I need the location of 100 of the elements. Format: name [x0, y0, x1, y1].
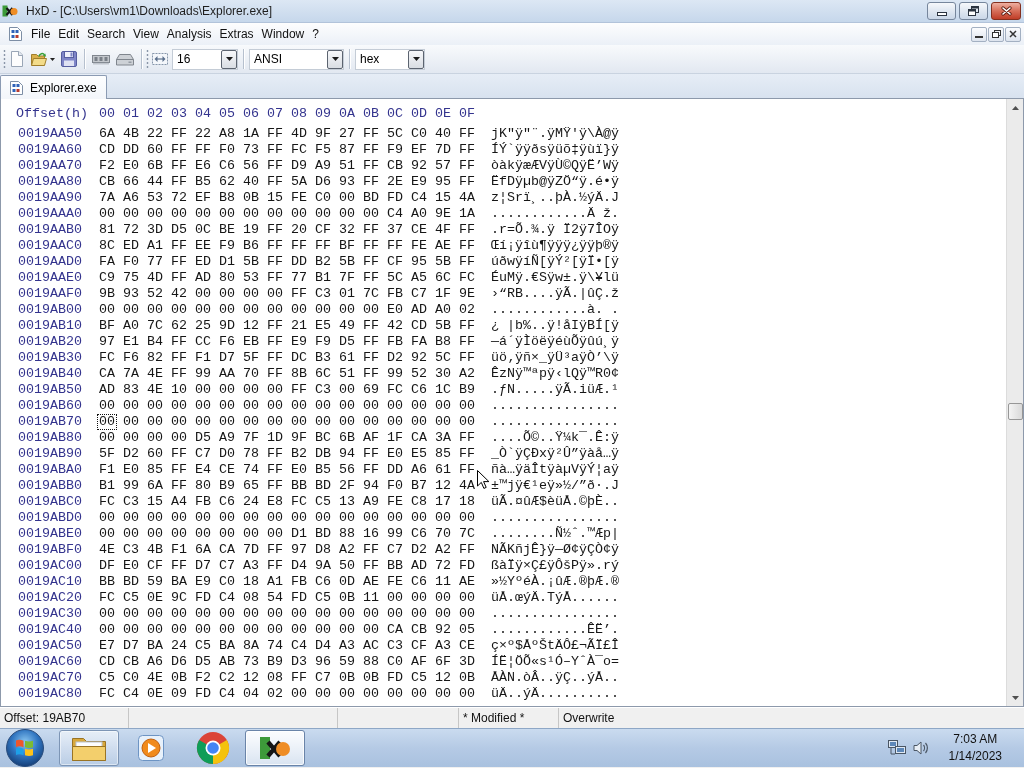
- hex-byte[interactable]: D4: [289, 558, 309, 574]
- hex-byte[interactable]: FF: [361, 350, 381, 366]
- hex-byte[interactable]: 4A: [457, 478, 477, 494]
- hex-byte[interactable]: AE: [433, 238, 453, 254]
- child-close-button[interactable]: [1005, 26, 1021, 42]
- hex-byte[interactable]: 32: [337, 222, 357, 238]
- hex-byte[interactable]: C5: [409, 670, 429, 686]
- hex-byte[interactable]: 6B: [337, 430, 357, 446]
- dropdown[interactable]: 16: [172, 48, 238, 70]
- hex-byte[interactable]: 00: [97, 414, 117, 430]
- hex-byte[interactable]: FD: [457, 558, 477, 574]
- hex-byte[interactable]: 00: [337, 382, 357, 398]
- hex-byte[interactable]: C7: [385, 542, 405, 558]
- hex-byte[interactable]: 00: [457, 398, 477, 414]
- hex-byte[interactable]: D0: [217, 446, 237, 462]
- hex-byte[interactable]: 16: [361, 526, 381, 542]
- hex-byte[interactable]: 20: [289, 222, 309, 238]
- ascii-text[interactable]: ±™jÿ€¹eÿ»½/”ð·.J: [491, 478, 619, 494]
- ascii-text[interactable]: .r=Õ.¾.ÿ Ï2ÿ7ÎOÿ: [491, 222, 619, 238]
- dropdown-arrow-button[interactable]: [408, 49, 424, 69]
- menu-item[interactable]: ?: [308, 25, 323, 43]
- hex-byte[interactable]: 00: [289, 206, 309, 222]
- hex-byte[interactable]: FF: [169, 158, 189, 174]
- hex-byte[interactable]: 4D: [289, 126, 309, 142]
- hex-byte[interactable]: C7: [217, 558, 237, 574]
- hex-byte[interactable]: A1: [145, 238, 165, 254]
- hex-byte[interactable]: FF: [361, 446, 381, 462]
- ascii-text[interactable]: —á´ÿÌöëÿéùÕÿûú¸ÿ: [491, 334, 619, 350]
- hex-byte[interactable]: F9: [313, 334, 333, 350]
- hex-byte[interactable]: 72: [121, 222, 141, 238]
- hex-byte[interactable]: A1: [265, 574, 285, 590]
- hex-byte[interactable]: CC: [193, 334, 213, 350]
- hex-byte[interactable]: 9D: [217, 318, 237, 334]
- hex-byte[interactable]: FF: [457, 158, 477, 174]
- hex-byte[interactable]: C6: [313, 574, 333, 590]
- menu-item[interactable]: Analysis: [162, 25, 216, 43]
- hex-byte[interactable]: 00: [361, 606, 381, 622]
- hex-byte[interactable]: CF: [409, 638, 429, 654]
- hex-byte[interactable]: 80: [217, 270, 237, 286]
- menu-item[interactable]: Extras: [215, 25, 258, 43]
- hex-byte[interactable]: FF: [265, 478, 285, 494]
- hex-byte[interactable]: FF: [169, 174, 189, 190]
- hex-byte[interactable]: FF: [169, 142, 189, 158]
- hex-byte[interactable]: 97: [289, 542, 309, 558]
- hex-byte[interactable]: FF: [265, 350, 285, 366]
- hex-byte[interactable]: FD: [289, 590, 309, 606]
- hex-byte[interactable]: 00: [433, 398, 453, 414]
- hex-byte[interactable]: 99: [385, 526, 405, 542]
- hex-byte[interactable]: 00: [265, 510, 285, 526]
- ascii-text[interactable]: ÅÀN.òÂ..ÿÇ..ýÅ..: [491, 670, 619, 686]
- hex-byte[interactable]: D5: [337, 334, 357, 350]
- hex-byte[interactable]: FF: [169, 270, 189, 286]
- hex-byte[interactable]: 9A: [313, 558, 333, 574]
- hex-byte[interactable]: 00: [433, 510, 453, 526]
- hex-byte[interactable]: 0E: [145, 590, 165, 606]
- hex-byte[interactable]: 02: [457, 302, 477, 318]
- hex-byte[interactable]: F1: [193, 350, 213, 366]
- hex-byte[interactable]: 7F: [337, 270, 357, 286]
- hex-byte[interactable]: 00: [217, 382, 237, 398]
- hex-byte[interactable]: BF: [337, 238, 357, 254]
- hex-byte[interactable]: 00: [337, 302, 357, 318]
- hex-byte[interactable]: 02: [265, 686, 285, 702]
- hex-byte[interactable]: 00: [169, 206, 189, 222]
- hex-byte[interactable]: 24: [241, 494, 261, 510]
- hex-byte[interactable]: 51: [337, 158, 357, 174]
- hex-byte[interactable]: CB: [409, 622, 429, 638]
- hex-byte[interactable]: 21: [289, 318, 309, 334]
- hex-byte[interactable]: FC: [289, 142, 309, 158]
- hex-byte[interactable]: F2: [97, 158, 117, 174]
- hex-byte[interactable]: C6: [409, 526, 429, 542]
- hex-byte[interactable]: CE: [217, 462, 237, 478]
- network-icon[interactable]: [887, 740, 906, 756]
- hex-byte[interactable]: D8: [313, 542, 333, 558]
- hex-byte[interactable]: 00: [145, 510, 165, 526]
- hex-byte[interactable]: FD: [385, 190, 405, 206]
- hex-byte[interactable]: BB: [289, 478, 309, 494]
- hex-byte[interactable]: 92: [409, 158, 429, 174]
- hex-byte[interactable]: CB: [385, 158, 405, 174]
- hex-byte[interactable]: 4E: [145, 366, 165, 382]
- hex-byte[interactable]: 00: [265, 398, 285, 414]
- hex-byte[interactable]: FF: [361, 462, 381, 478]
- hex-byte[interactable]: A0: [121, 318, 141, 334]
- hex-byte[interactable]: 00: [289, 622, 309, 638]
- hex-byte[interactable]: E9: [409, 174, 429, 190]
- hex-byte[interactable]: 66: [121, 174, 141, 190]
- hex-byte[interactable]: D5: [193, 430, 213, 446]
- hex-byte[interactable]: AA: [217, 366, 237, 382]
- ascii-text[interactable]: »½YºéÀ.¡ûÆ.®þÆ.®: [491, 574, 619, 590]
- ascii-text[interactable]: ................: [491, 398, 619, 414]
- hex-byte[interactable]: 00: [265, 622, 285, 638]
- hex-byte[interactable]: 53: [145, 190, 165, 206]
- hex-byte[interactable]: 56: [241, 158, 261, 174]
- hex-byte[interactable]: 00: [457, 686, 477, 702]
- ascii-text[interactable]: ÍË¦ÖÕ«s¹Ó–YˆÀ¯o=: [491, 654, 619, 670]
- hex-byte[interactable]: 8B: [289, 366, 309, 382]
- hex-byte[interactable]: 4E: [145, 670, 165, 686]
- hex-byte[interactable]: FF: [265, 270, 285, 286]
- hex-byte[interactable]: FF: [457, 126, 477, 142]
- hex-byte[interactable]: 57: [433, 158, 453, 174]
- hex-byte[interactable]: 10: [169, 382, 189, 398]
